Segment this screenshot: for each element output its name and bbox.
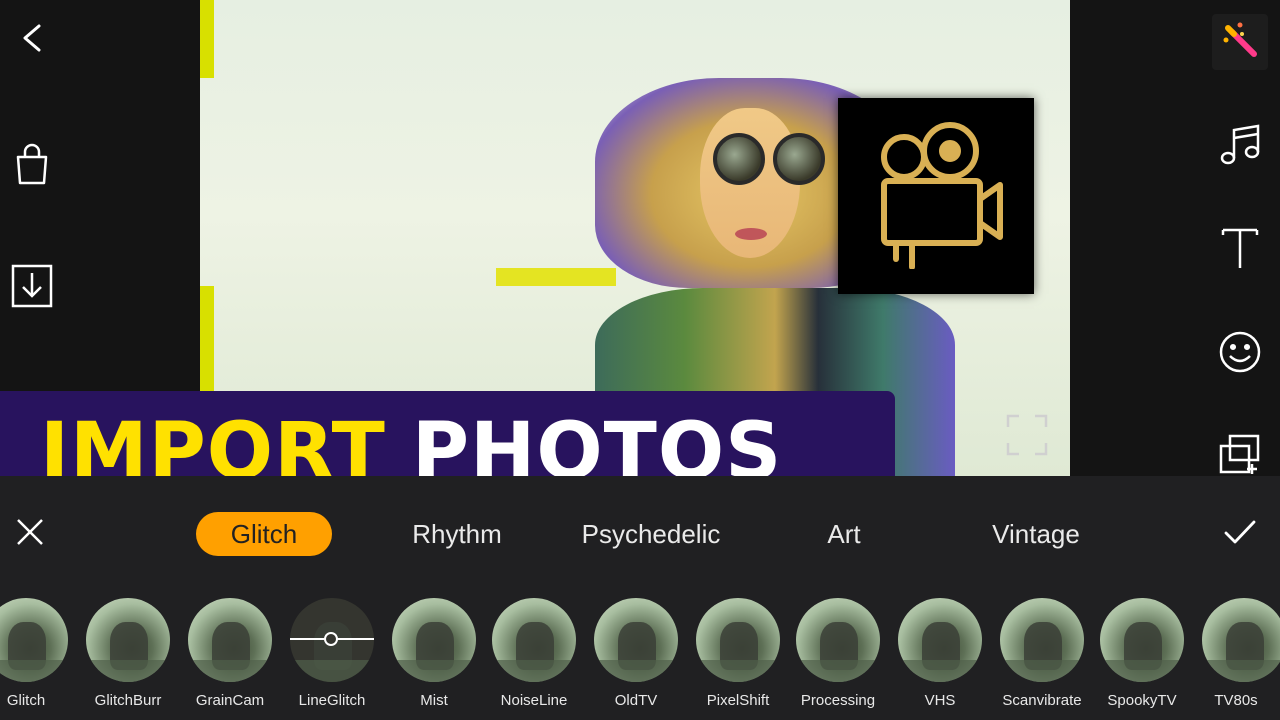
shopping-bag-icon [12, 143, 52, 190]
sticker-button[interactable] [1212, 326, 1268, 382]
filter-thumbnail [0, 598, 68, 682]
effect-category-tabs: Glitch Rhythm Psychedelic Art Vintage [0, 476, 1280, 586]
filter-thumbnail [898, 598, 982, 682]
fullscreen-icon [1006, 414, 1048, 460]
filter-thumbnail [696, 598, 780, 682]
filter-item-noiseline[interactable]: NoiseLine [482, 596, 586, 720]
smiley-icon [1218, 330, 1262, 379]
close-button[interactable] [8, 512, 52, 556]
filter-item-lineglitch[interactable]: LineGlitch [280, 596, 384, 720]
shop-button[interactable] [8, 142, 56, 190]
music-button[interactable] [1212, 118, 1268, 174]
filter-label: SpookyTV [1107, 692, 1177, 709]
filter-item-vhs[interactable]: VHS [888, 596, 992, 720]
tab-art[interactable]: Art [800, 512, 888, 556]
save-download-button[interactable] [8, 264, 56, 312]
download-icon [10, 263, 54, 314]
filter-thumbnail [86, 598, 170, 682]
sunglasses-lens [773, 133, 825, 185]
confirm-button[interactable] [1218, 512, 1262, 556]
filter-thumbnail [1000, 598, 1084, 682]
film-camera-icon [866, 119, 1006, 274]
music-note-icon [1218, 122, 1262, 171]
filter-thumbnail [1100, 598, 1184, 682]
add-overlay-icon [1218, 434, 1262, 479]
tab-psychedelic[interactable]: Psychedelic [566, 512, 736, 556]
filter-item-mist[interactable]: Mist [382, 596, 486, 720]
glitch-stripe [496, 268, 616, 286]
right-toolbar [1070, 0, 1280, 480]
filter-item-graincam[interactable]: GrainCam [178, 596, 282, 720]
filter-thumbnail [1202, 598, 1280, 682]
filter-item-scanvibrate[interactable]: Scanvibrate [990, 596, 1094, 720]
checkmark-icon [1223, 518, 1257, 551]
fullscreen-button[interactable] [1006, 414, 1048, 456]
back-arrow-icon [19, 23, 45, 58]
back-button[interactable] [8, 16, 56, 64]
filter-item-oldtv[interactable]: OldTV [584, 596, 688, 720]
filter-item-glitchburr[interactable]: GlitchBurr [76, 596, 180, 720]
sunglasses-lens [713, 133, 765, 185]
filter-item-pixelshift[interactable]: PixelShift [686, 596, 790, 720]
text-icon [1220, 226, 1260, 275]
text-button[interactable] [1212, 222, 1268, 278]
effects-panel: Glitch Rhythm Psychedelic Art Vintage Gl… [0, 476, 1280, 720]
tab-vintage[interactable]: Vintage [970, 512, 1102, 556]
intensity-slider-knob[interactable] [324, 632, 338, 646]
filter-thumbnail [796, 598, 880, 682]
magic-wand-icon [1220, 20, 1260, 65]
close-icon [15, 517, 45, 552]
filter-thumbnail [392, 598, 476, 682]
filter-thumbnail [492, 598, 576, 682]
effects-button[interactable] [1212, 14, 1268, 70]
filter-strip: Glitch GlitchBurr GrainCam LineGlitch Mi… [0, 596, 1280, 720]
filter-item-spookytv[interactable]: SpookyTV [1090, 596, 1194, 720]
tab-glitch[interactable]: Glitch [196, 512, 332, 556]
filter-item-processing[interactable]: Processing [786, 596, 890, 720]
glitch-stripe [200, 0, 214, 78]
tab-rhythm[interactable]: Rhythm [392, 512, 522, 556]
filter-thumbnail [594, 598, 678, 682]
filter-item-tv80s[interactable]: TV80s [1192, 596, 1280, 720]
app-logo [838, 98, 1034, 294]
filter-thumbnail [188, 598, 272, 682]
filter-label: TV80s [1214, 692, 1258, 709]
glitch-stripe [200, 286, 214, 392]
